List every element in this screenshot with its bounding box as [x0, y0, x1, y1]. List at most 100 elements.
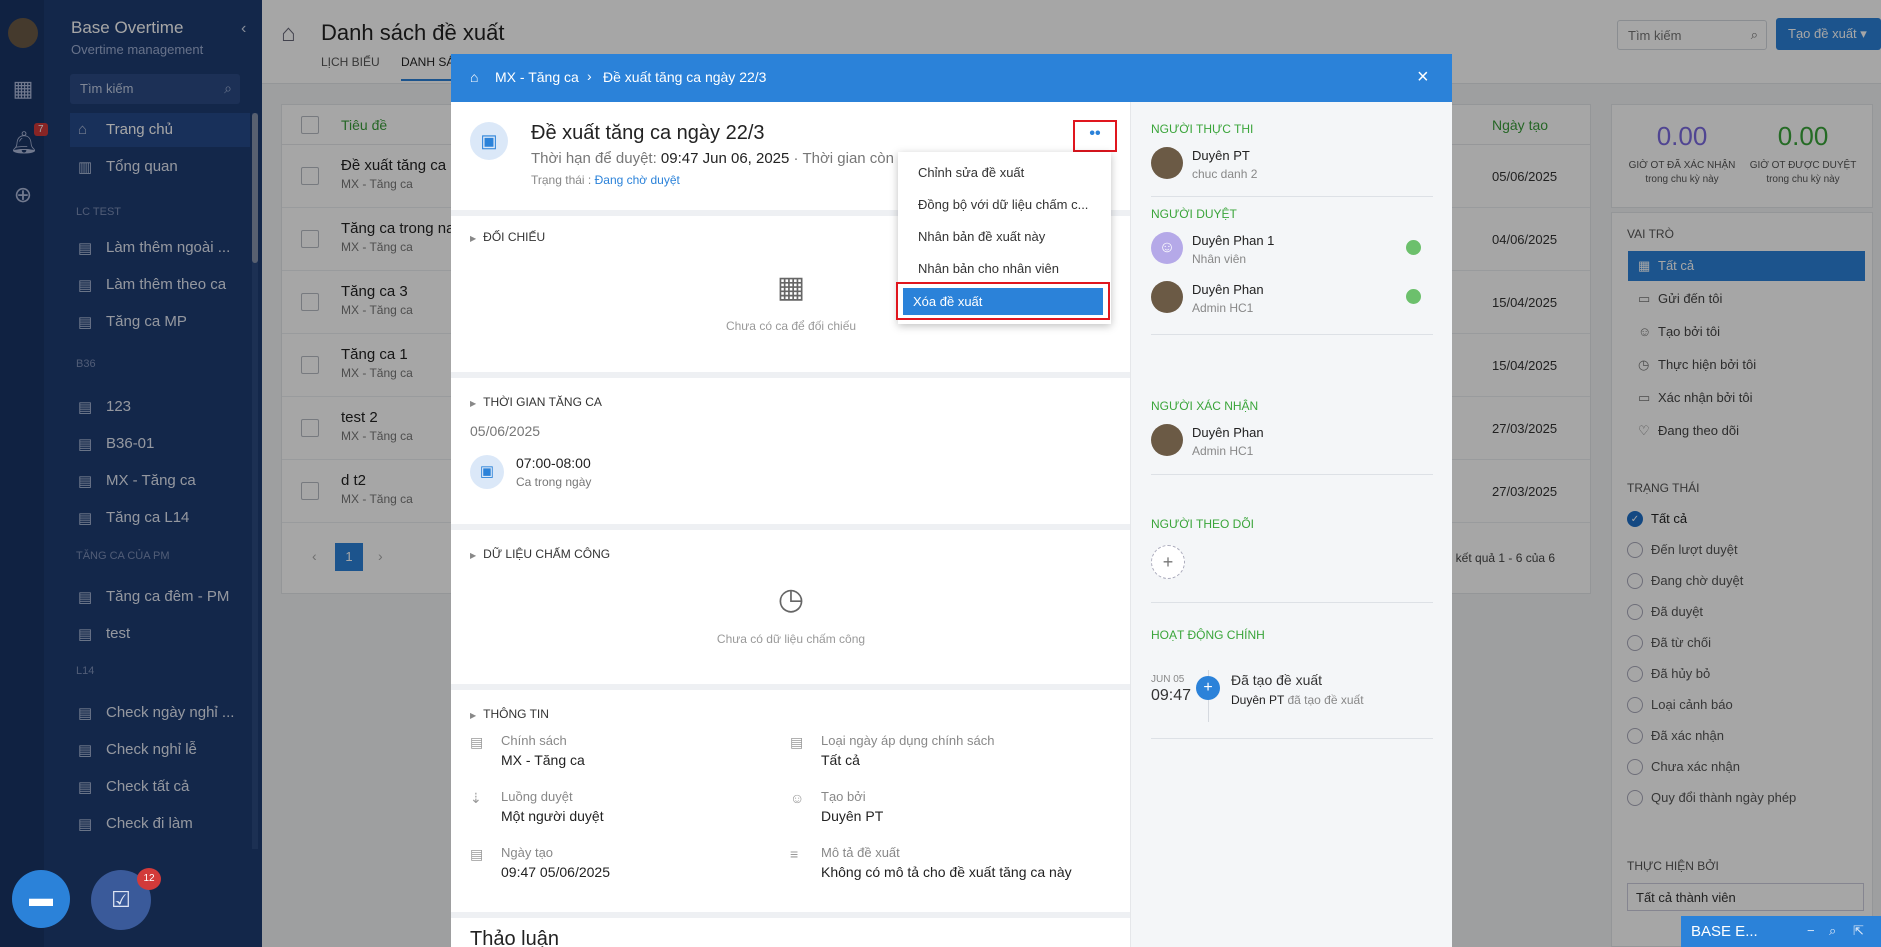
- activity-title: Đã tạo đề xuất: [1231, 672, 1323, 688]
- add-follower-button[interactable]: +: [1151, 545, 1185, 579]
- section-compare-header[interactable]: ▶ ĐỐI CHIẾU: [470, 230, 545, 244]
- detail-right-pane: NGƯỜI THỰC THI Duyên PT chuc danh 2 NGƯỜ…: [1130, 102, 1452, 947]
- approver-name: Duyên Phan: [1192, 282, 1264, 297]
- ot-date: 05/06/2025: [470, 423, 541, 439]
- avatar: [1151, 424, 1183, 456]
- attendance-empty-text: Chưa có dữ liệu chấm công: [716, 632, 866, 646]
- activity-time: 09:47: [1151, 687, 1192, 704]
- status-dot: [1406, 289, 1421, 304]
- activity-date: JUN 05: [1151, 674, 1185, 685]
- clock-icon: ◷: [777, 583, 805, 616]
- menu-item-duplicate-for-employee[interactable]: Nhân bản cho nhân viên: [898, 252, 1111, 284]
- menu-item-edit[interactable]: Chỉnh sửa đề xuất: [898, 156, 1111, 188]
- compare-empty-text: Chưa có ca để đối chiếu: [725, 319, 857, 333]
- shift-type: Ca trong ngày: [516, 475, 592, 489]
- menu-item-delete[interactable]: Xóa đề xuất: [903, 288, 1103, 315]
- divider: [1151, 738, 1433, 739]
- activity-header: HOẠT ĐỘNG CHÍNH: [1151, 628, 1265, 642]
- activity-user: Duyên PT: [1231, 693, 1285, 707]
- modal-header: ⌂ MX - Tăng ca › Đề xuất tăng ca ngày 22…: [451, 54, 1452, 102]
- search-icon[interactable]: ⌕: [1829, 923, 1836, 939]
- info-label: Luồng duyệt: [501, 789, 573, 804]
- section-divider: [451, 524, 1130, 530]
- divider: [1151, 602, 1433, 603]
- description-icon: ≡: [790, 846, 799, 862]
- calendar-icon: ▦: [776, 271, 806, 304]
- clipboard-check-icon: ☑: [111, 887, 131, 912]
- request-deadline: Thời hạn để duyệt: 09:47 Jun 06, 2025 · …: [531, 150, 910, 167]
- executor-header: NGƯỜI THỰC THI: [1151, 122, 1254, 136]
- info-value: Tất cả: [821, 752, 860, 768]
- follower-header: NGƯỜI THEO DÕI: [1151, 517, 1254, 531]
- flow-icon: ⇣: [470, 790, 482, 806]
- discussion-header: Thảo luận: [470, 928, 559, 947]
- external-link-icon[interactable]: ⇱: [1853, 923, 1864, 939]
- avatar: [1151, 147, 1183, 179]
- breadcrumb-request: Đề xuất tăng ca ngày 22/3: [603, 69, 767, 85]
- date-icon: ▤: [470, 846, 484, 862]
- info-value: Một người duyệt: [501, 808, 604, 824]
- info-label: Loại ngày áp dụng chính sách: [821, 733, 995, 748]
- section-ot-header[interactable]: ▶ THỜI GIAN TĂNG CA: [470, 395, 602, 409]
- request-title: Đề xuất tăng ca ngày 22/3: [531, 122, 765, 144]
- approver-role: Admin HC1: [1192, 301, 1254, 315]
- deadline-remaining: · Thời gian còn lạ: [793, 150, 910, 167]
- deadline-value: 09:47 Jun 06, 2025: [660, 150, 790, 167]
- breadcrumb-separator-icon: ›: [587, 68, 592, 84]
- triangle-right-icon: ▶: [470, 234, 477, 243]
- minimize-icon[interactable]: −: [1807, 923, 1815, 938]
- plus-icon: +: [1196, 676, 1220, 700]
- approver-role: Nhân viên: [1192, 252, 1247, 266]
- status-dot: [1406, 240, 1421, 255]
- base-chat-bar[interactable]: BASE E... − ⌕ ⇱: [1681, 916, 1881, 947]
- section-attendance-header[interactable]: ▶ DỮ LIỆU CHẤM CÔNG: [470, 547, 610, 561]
- executor-role: chuc danh 2: [1192, 167, 1258, 181]
- base-bar-label: BASE E...: [1691, 923, 1758, 940]
- section-divider: [451, 684, 1130, 690]
- info-label: Chính sách: [501, 733, 567, 748]
- section-divider: [451, 372, 1130, 378]
- info-value: MX - Tăng ca: [501, 752, 585, 768]
- info-value: 09:47 05/06/2025: [501, 864, 610, 880]
- home-icon[interactable]: ⌂: [470, 69, 478, 85]
- user-icon: ☺: [1158, 239, 1176, 256]
- divider: [1151, 334, 1433, 335]
- user-icon: ☺: [790, 790, 805, 806]
- info-label: Tạo bởi: [821, 789, 866, 804]
- close-icon[interactable]: ×: [1417, 66, 1429, 89]
- info-value: Duyên PT: [821, 808, 884, 824]
- more-options-button[interactable]: ••: [1073, 120, 1117, 152]
- confirmer-header: NGƯỜI XÁC NHẬN: [1151, 399, 1259, 413]
- activity-subtitle: Duyên PT đã tạo đề xuất: [1231, 693, 1364, 707]
- menu-item-delete-highlight: Xóa đề xuất: [896, 282, 1110, 320]
- divider: [1151, 196, 1433, 197]
- triangle-right-icon: ▶: [470, 551, 477, 560]
- menu-item-duplicate[interactable]: Nhân bản đề xuất này: [898, 220, 1111, 252]
- section-info-header[interactable]: ▶ THÔNG TIN: [470, 707, 549, 721]
- shift-time: 07:00-08:00: [516, 455, 591, 471]
- status-value: Đang chờ duyệt: [594, 173, 680, 187]
- chat-icon: ▬: [29, 885, 53, 912]
- section-divider: [451, 912, 1130, 918]
- breadcrumb-policy[interactable]: MX - Tăng ca: [495, 69, 579, 85]
- info-value: Không có mô tả cho đề xuất tăng ca này: [821, 864, 1072, 880]
- calendar-check-icon: ▣: [470, 122, 508, 160]
- confirmer-name: Duyên Phan: [1192, 425, 1264, 440]
- chat-button[interactable]: ▬: [12, 870, 70, 928]
- divider: [1151, 474, 1433, 475]
- info-label: Ngày tạo: [501, 845, 554, 860]
- status-label: Trạng thái :: [531, 173, 592, 187]
- triangle-right-icon: ▶: [470, 399, 477, 408]
- approver-name: Duyên Phan 1: [1192, 233, 1275, 248]
- avatar: [1151, 281, 1183, 313]
- calendar-icon: ▤: [790, 734, 804, 750]
- approver-header: NGƯỜI DUYỆT: [1151, 207, 1237, 221]
- deadline-label: Thời hạn để duyệt:: [531, 150, 657, 167]
- task-badge: 12: [137, 868, 161, 890]
- info-label: Mô tả đề xuất: [821, 845, 900, 860]
- calendar-check-icon: ▣: [470, 455, 504, 489]
- menu-item-sync[interactable]: Đồng bộ với dữ liệu chấm c...: [898, 188, 1111, 220]
- confirmer-role: Admin HC1: [1192, 444, 1254, 458]
- policy-icon: ▤: [470, 734, 484, 750]
- avatar: ☺: [1151, 232, 1183, 264]
